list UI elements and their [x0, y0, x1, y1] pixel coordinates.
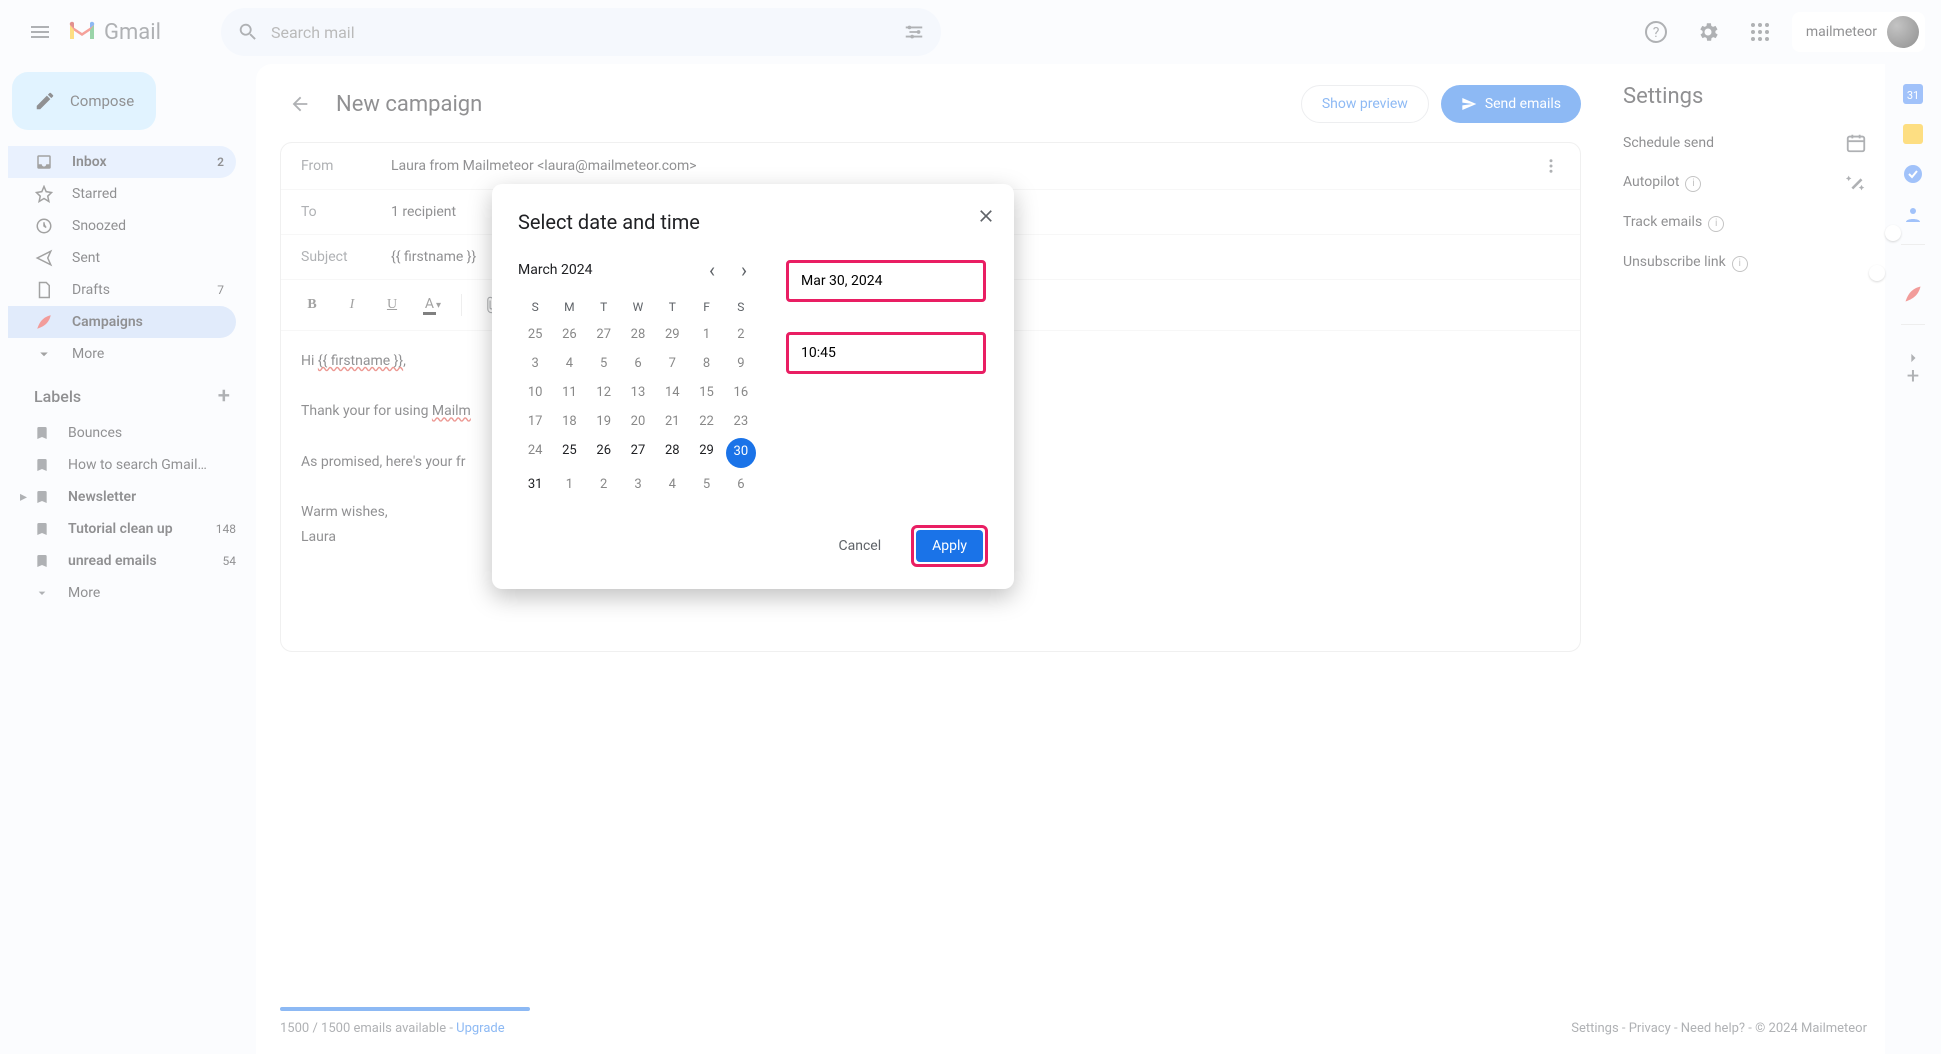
cancel-button[interactable]: Cancel — [824, 528, 895, 564]
calendar-day[interactable]: 8 — [689, 349, 723, 378]
close-button[interactable] — [976, 206, 996, 226]
calendar-dow: M — [552, 294, 586, 320]
calendar-day[interactable]: 11 — [552, 378, 586, 407]
time-input[interactable] — [786, 332, 986, 374]
date-input[interactable] — [786, 260, 986, 302]
calendar-day[interactable]: 3 — [621, 470, 655, 499]
calendar-day[interactable]: 3 — [518, 349, 552, 378]
calendar-day[interactable]: 6 — [621, 349, 655, 378]
calendar-day[interactable]: 13 — [621, 378, 655, 407]
apply-highlight: Apply — [911, 525, 988, 567]
calendar-dow: S — [724, 294, 758, 320]
calendar-day-selected[interactable]: 30 — [726, 438, 756, 468]
calendar-day[interactable]: 18 — [552, 407, 586, 436]
calendar-day[interactable]: 24 — [518, 436, 552, 470]
next-month-button[interactable]: › — [730, 256, 758, 284]
calendar-day[interactable]: 16 — [724, 378, 758, 407]
datetime-modal: Select date and time March 2024 ‹ › SMTW… — [492, 184, 1014, 589]
calendar-day[interactable]: 7 — [655, 349, 689, 378]
calendar-day[interactable]: 2 — [587, 470, 621, 499]
calendar-day[interactable]: 10 — [518, 378, 552, 407]
calendar-day[interactable]: 26 — [587, 436, 621, 470]
modal-title: Select date and time — [518, 210, 988, 234]
calendar-day[interactable]: 12 — [587, 378, 621, 407]
calendar-dow: S — [518, 294, 552, 320]
calendar: March 2024 ‹ › SMTWTFS 25262728291234567… — [518, 256, 758, 499]
calendar-day[interactable]: 28 — [655, 436, 689, 470]
calendar-day[interactable]: 14 — [655, 378, 689, 407]
calendar-day[interactable]: 6 — [724, 470, 758, 499]
calendar-day[interactable]: 9 — [724, 349, 758, 378]
calendar-day[interactable]: 21 — [655, 407, 689, 436]
calendar-dow: T — [587, 294, 621, 320]
calendar-day[interactable]: 29 — [689, 436, 723, 470]
apply-button[interactable]: Apply — [916, 530, 983, 562]
calendar-day[interactable]: 5 — [689, 470, 723, 499]
calendar-day[interactable]: 22 — [689, 407, 723, 436]
close-icon — [976, 206, 996, 226]
calendar-day[interactable]: 4 — [552, 349, 586, 378]
calendar-day[interactable]: 2 — [724, 320, 758, 349]
calendar-day[interactable]: 27 — [587, 320, 621, 349]
calendar-dow: W — [621, 294, 655, 320]
calendar-day[interactable]: 25 — [552, 436, 586, 470]
calendar-day[interactable]: 19 — [587, 407, 621, 436]
calendar-day[interactable]: 26 — [552, 320, 586, 349]
calendar-day[interactable]: 29 — [655, 320, 689, 349]
calendar-day[interactable]: 20 — [621, 407, 655, 436]
calendar-dow: T — [655, 294, 689, 320]
calendar-month: March 2024 — [518, 262, 698, 278]
calendar-day[interactable]: 4 — [655, 470, 689, 499]
calendar-day[interactable]: 1 — [552, 470, 586, 499]
calendar-day[interactable]: 25 — [518, 320, 552, 349]
calendar-day[interactable]: 5 — [587, 349, 621, 378]
calendar-day[interactable]: 27 — [621, 436, 655, 470]
prev-month-button[interactable]: ‹ — [698, 256, 726, 284]
calendar-day[interactable]: 28 — [621, 320, 655, 349]
calendar-day[interactable]: 15 — [689, 378, 723, 407]
calendar-day[interactable]: 23 — [724, 407, 758, 436]
calendar-day[interactable]: 1 — [689, 320, 723, 349]
calendar-day[interactable]: 31 — [518, 470, 552, 499]
calendar-day[interactable]: 17 — [518, 407, 552, 436]
calendar-dow: F — [689, 294, 723, 320]
